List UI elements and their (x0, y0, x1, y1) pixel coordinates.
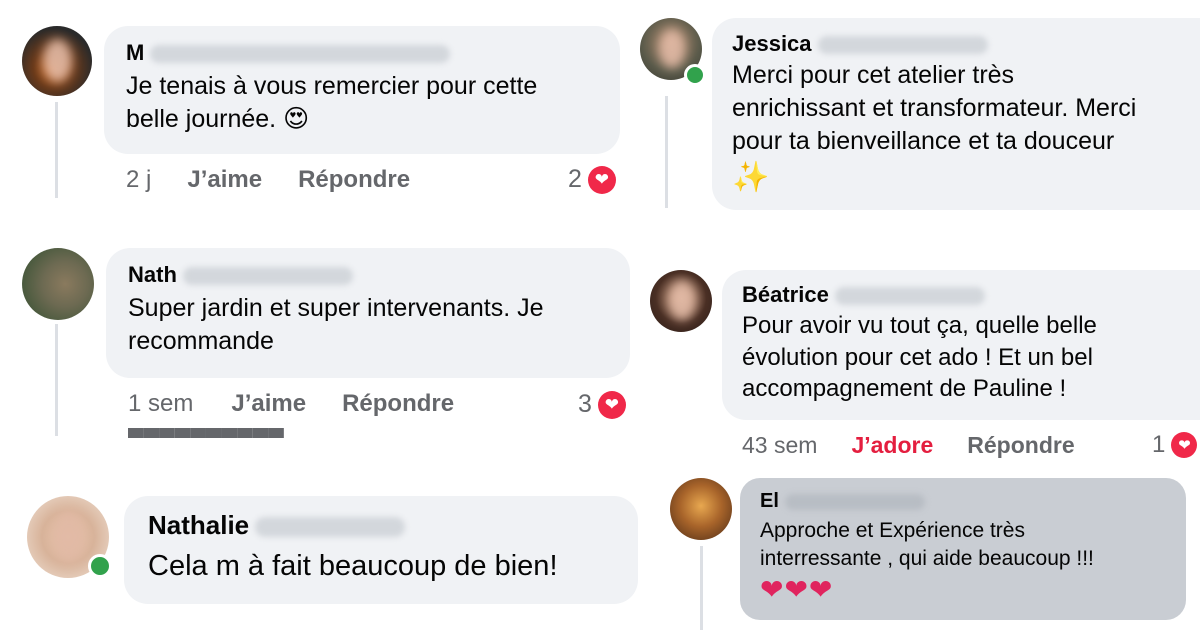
comment-actions: 2 j J’aime Répondre (126, 166, 410, 194)
reaction-count: 1 (1152, 431, 1166, 458)
heart-eyes-emoji: 😍 (283, 105, 310, 133)
heart-reaction-icon: ❤ (1171, 432, 1198, 458)
thread-line (665, 96, 668, 208)
comment-actions: 1 sem J’aime Répondre (128, 390, 454, 418)
avatar[interactable] (650, 270, 712, 332)
comment-author[interactable]: M (126, 40, 598, 66)
comment-author[interactable]: Nath (128, 262, 608, 288)
avatar[interactable] (670, 478, 732, 540)
comment-time[interactable]: 2 j (126, 166, 151, 194)
reaction-count: 3 (578, 390, 592, 418)
comment-bubble: Jessica Merci pour cet atelier très enri… (712, 18, 1200, 210)
comment-actions: 43 sem J’adore Répondre (742, 432, 1075, 459)
reply-button[interactable]: Répondre (342, 390, 454, 418)
reaction-summary[interactable]: 2 ❤ (568, 165, 616, 194)
comment-time[interactable]: 1 sem (128, 390, 193, 418)
comment-text: Je tenais à vous remercier pour cette be… (126, 70, 598, 136)
reaction-summary[interactable]: 1 ❤ (1152, 431, 1198, 459)
thread-line (700, 546, 703, 630)
comment-bubble: El Approche et Expérience très interress… (740, 478, 1186, 620)
online-status-dot (684, 64, 706, 86)
comment-author[interactable]: Nathalie (148, 510, 614, 541)
reply-button[interactable]: Répondre (298, 166, 410, 194)
comment-bubble: Nathalie Cela m à fait beaucoup de bien! (124, 496, 638, 604)
avatar[interactable] (22, 248, 94, 320)
thread-line (55, 102, 58, 198)
love-button[interactable]: J’adore (851, 432, 933, 459)
comment-text: Super jardin et super intervenants. Je r… (128, 294, 544, 355)
comment-bubble: Nath Super jardin et super intervenants.… (106, 248, 630, 378)
reaction-summary[interactable]: 3 ❤ (578, 390, 626, 419)
reply-button[interactable]: Répondre (967, 432, 1074, 459)
like-button[interactable]: J’aime (231, 390, 306, 418)
like-button[interactable]: J’aime (187, 166, 262, 194)
comment-author[interactable]: El (760, 490, 1166, 513)
comment-text: Approche et Expérience très interressant… (760, 519, 1094, 606)
sparkles-emoji: ✨ (732, 161, 770, 194)
comment-author[interactable]: Béatrice (742, 282, 1180, 308)
avatar[interactable] (22, 26, 92, 96)
comment-text: Merci pour cet atelier très enrichissant… (732, 61, 1137, 194)
comment-time[interactable]: 43 sem (742, 432, 817, 459)
comment-author[interactable]: Jessica (732, 31, 1180, 57)
comment-text: Pour avoir vu tout ça, quelle belle évol… (742, 312, 1097, 403)
truncated-text: ▀▀▀▀▀▀▀▀▀▀ (128, 428, 284, 438)
comment-bubble: Béatrice Pour avoir vu tout ça, quelle b… (722, 270, 1200, 420)
online-status-dot (88, 554, 112, 578)
heart-reaction-icon: ❤ (597, 390, 626, 419)
heart-reaction-icon: ❤ (587, 165, 616, 194)
thread-line (55, 324, 58, 436)
hearts-emoji: ❤❤❤ (760, 574, 834, 606)
comment-bubble: M Je tenais à vous remercier pour cette … (104, 26, 620, 154)
comment-text: Cela m à fait beaucoup de bien! (148, 550, 558, 582)
reaction-count: 2 (568, 165, 582, 193)
